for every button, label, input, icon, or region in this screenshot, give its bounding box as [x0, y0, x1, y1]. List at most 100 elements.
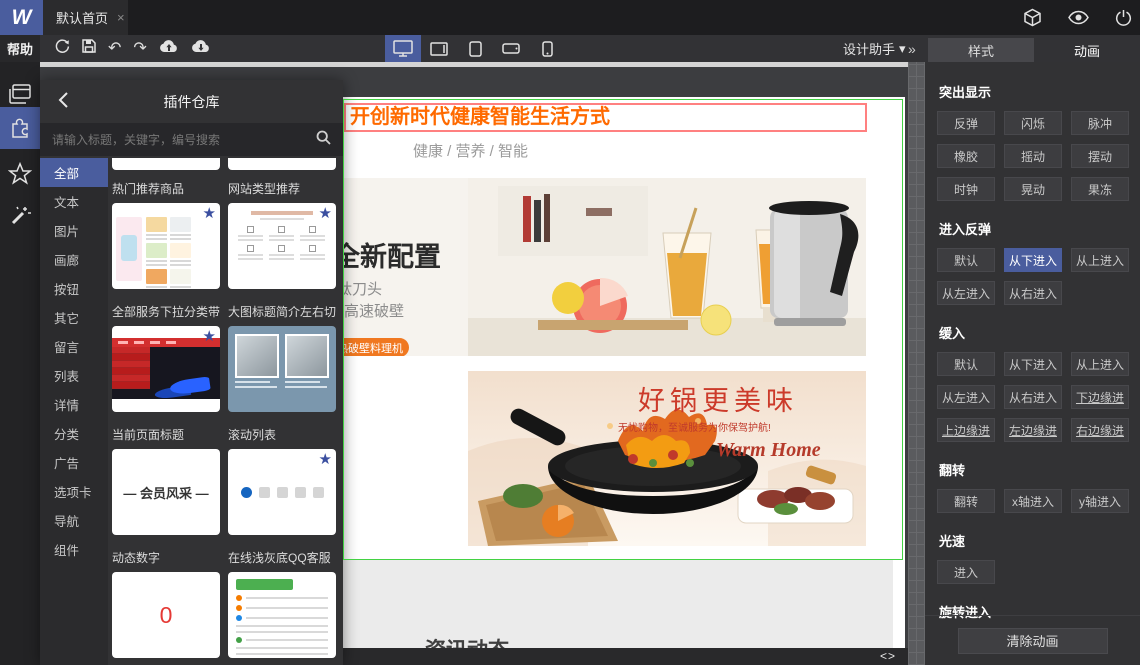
animation-button[interactable]: y轴进入	[1071, 489, 1129, 513]
star-badge-icon[interactable]: ★	[203, 204, 216, 222]
hero-title-textbox[interactable]: 开创新时代健康智能生活方式	[344, 103, 867, 132]
app-logo[interactable]: W	[0, 0, 43, 35]
animation-button[interactable]: 果冻	[1071, 177, 1129, 201]
category-item-12[interactable]: 导航	[40, 506, 108, 535]
plugin-item: 在线浅灰底QQ客服	[228, 549, 336, 658]
clear-animation-button[interactable]: 清除动画	[957, 627, 1108, 654]
components-cube-icon[interactable]	[1023, 8, 1042, 27]
design-assistant-dropdown[interactable]: 设计助手 ▾	[843, 35, 906, 62]
animation-button[interactable]: 翻转	[937, 489, 995, 513]
tab-close-icon[interactable]: ×	[117, 10, 125, 25]
sidebar-item-favorites[interactable]	[0, 155, 40, 197]
category-item-9[interactable]: 分类	[40, 419, 108, 448]
category-item-11[interactable]: 选项卡	[40, 477, 108, 506]
plugin-label: 在线浅灰底QQ客服	[228, 551, 331, 565]
category-item-7[interactable]: 列表	[40, 361, 108, 390]
news-section-heading[interactable]: 资讯动态	[425, 634, 509, 648]
animation-button[interactable]: 从上进入	[1071, 248, 1129, 272]
category-item-5[interactable]: 其它	[40, 303, 108, 332]
wok-banner-image[interactable]: 好锅更美味 无忧购物，至诚服务为你保驾护航! Warm Home	[468, 371, 866, 546]
device-phone-landscape-button[interactable]	[493, 35, 529, 62]
save-icon[interactable]	[82, 39, 96, 58]
device-tablet-portrait-button[interactable]	[457, 35, 493, 62]
plugin-card[interactable]: ★	[112, 203, 220, 289]
category-item-8[interactable]: 详情	[40, 390, 108, 419]
animation-button[interactable]: 从下进入	[1004, 352, 1062, 376]
category-item-1[interactable]: 文本	[40, 187, 108, 216]
device-laptop-button[interactable]	[421, 35, 457, 62]
cloud-upload-icon[interactable]	[159, 39, 179, 58]
animation-panel: 突出显示 反弹 闪烁 脉冲 橡胶 摇动 摆动 时钟 晃动 果冻 进入反弹 默认 从下进入 从上进入 从左进入…	[925, 62, 1140, 665]
code-view-icon[interactable]: <>	[880, 649, 896, 663]
animation-button[interactable]: 默认	[937, 248, 995, 272]
cloud-download-icon[interactable]	[191, 39, 211, 58]
animation-button[interactable]: 橡胶	[937, 144, 995, 168]
page-tab[interactable]: 默认首页 ×	[43, 0, 128, 35]
animation-button[interactable]: 下边缘进	[1071, 385, 1129, 409]
category-item-10[interactable]: 广告	[40, 448, 108, 477]
sidebar-item-magic-wand[interactable]	[0, 197, 40, 239]
sidebar-item-plugins[interactable]	[0, 107, 40, 149]
title-bar: W 默认首页 ×	[0, 0, 1140, 35]
hero-subtitle[interactable]: 健康 / 营养 / 智能	[413, 140, 528, 161]
category-item-4[interactable]: 按钮	[40, 274, 108, 303]
refresh-icon[interactable]	[55, 38, 70, 59]
category-item-0[interactable]: 全部	[40, 158, 108, 187]
plugin-card[interactable]: 0	[112, 572, 220, 658]
animation-button[interactable]: 晃动	[1004, 177, 1062, 201]
plugin-card-partial[interactable]	[228, 158, 336, 170]
plugin-search-input[interactable]	[40, 132, 316, 147]
vertical-scrollbar[interactable]	[908, 62, 925, 665]
animation-button[interactable]: 闪烁	[1004, 111, 1062, 135]
animation-button[interactable]: 进入	[937, 560, 995, 584]
hero-left-button[interactable]: 热破壁料理机	[343, 338, 409, 356]
animation-button[interactable]: 从下进入	[1004, 248, 1062, 272]
device-phone-portrait-button[interactable]	[529, 35, 565, 62]
back-chevron-icon[interactable]	[58, 92, 68, 113]
plugin-card[interactable]	[228, 572, 336, 658]
collapse-chevron-icon[interactable]: »	[908, 35, 916, 62]
animation-button[interactable]: 从上进入	[1071, 352, 1129, 376]
category-item-2[interactable]: 图片	[40, 216, 108, 245]
plugin-card[interactable]: ★	[112, 326, 220, 412]
star-badge-icon[interactable]: ★	[319, 204, 332, 222]
animation-button[interactable]: 从左进入	[937, 281, 995, 305]
animation-button[interactable]: x轴进入	[1004, 489, 1062, 513]
kettle-product-image[interactable]	[468, 178, 866, 356]
plugin-card-partial[interactable]	[112, 158, 220, 170]
device-desktop-button[interactable]	[385, 35, 421, 62]
hero-left-block[interactable]: 全新配置 钛刀头 分高速破壁 热破壁料理机	[343, 178, 468, 356]
page-canvas[interactable]: 开创新时代健康智能生活方式 健康 / 营养 / 智能 全新配置 钛刀头 分高速破…	[343, 97, 905, 648]
animation-button[interactable]: 从右进入	[1004, 385, 1062, 409]
category-item-6[interactable]: 留言	[40, 332, 108, 361]
power-icon[interactable]	[1115, 9, 1132, 27]
animation-button[interactable]: 摆动	[1071, 144, 1129, 168]
animation-button[interactable]: 从右进入	[1004, 281, 1062, 305]
animation-button[interactable]: 从左进入	[937, 385, 995, 409]
plugin-card[interactable]: ★	[228, 203, 336, 289]
animation-button[interactable]: 右边缘进	[1071, 418, 1129, 442]
search-icon[interactable]	[316, 130, 331, 150]
undo-icon[interactable]: ↶	[108, 40, 121, 57]
tab-animation[interactable]: 动画	[1034, 38, 1140, 62]
preview-eye-icon[interactable]	[1068, 10, 1089, 25]
animation-button[interactable]: 反弹	[937, 111, 995, 135]
animation-button[interactable]: 默认	[937, 352, 995, 376]
animation-button[interactable]: 脉冲	[1071, 111, 1129, 135]
plugin-card[interactable]: ★	[228, 449, 336, 535]
animation-button[interactable]: 上边缘进	[937, 418, 995, 442]
star-badge-icon[interactable]: ★	[319, 450, 332, 468]
plugin-card[interactable]: — 会员风采 —	[112, 449, 220, 535]
animation-button[interactable]: 左边缘进	[1004, 418, 1062, 442]
category-item-3[interactable]: 画廊	[40, 245, 108, 274]
plugin-card[interactable]	[228, 326, 336, 412]
animation-button[interactable]: 摇动	[1004, 144, 1062, 168]
tab-style[interactable]: 样式	[928, 38, 1034, 62]
star-badge-icon[interactable]: ★	[203, 327, 216, 345]
animation-section: 光速 进入	[937, 531, 1140, 584]
page-lower-section[interactable]: 资讯动态	[343, 560, 893, 648]
redo-icon[interactable]: ↷	[133, 40, 146, 57]
animation-button[interactable]: 时钟	[937, 177, 995, 201]
category-item-13[interactable]: 组件	[40, 535, 108, 564]
help-button[interactable]: 帮助	[0, 35, 40, 62]
